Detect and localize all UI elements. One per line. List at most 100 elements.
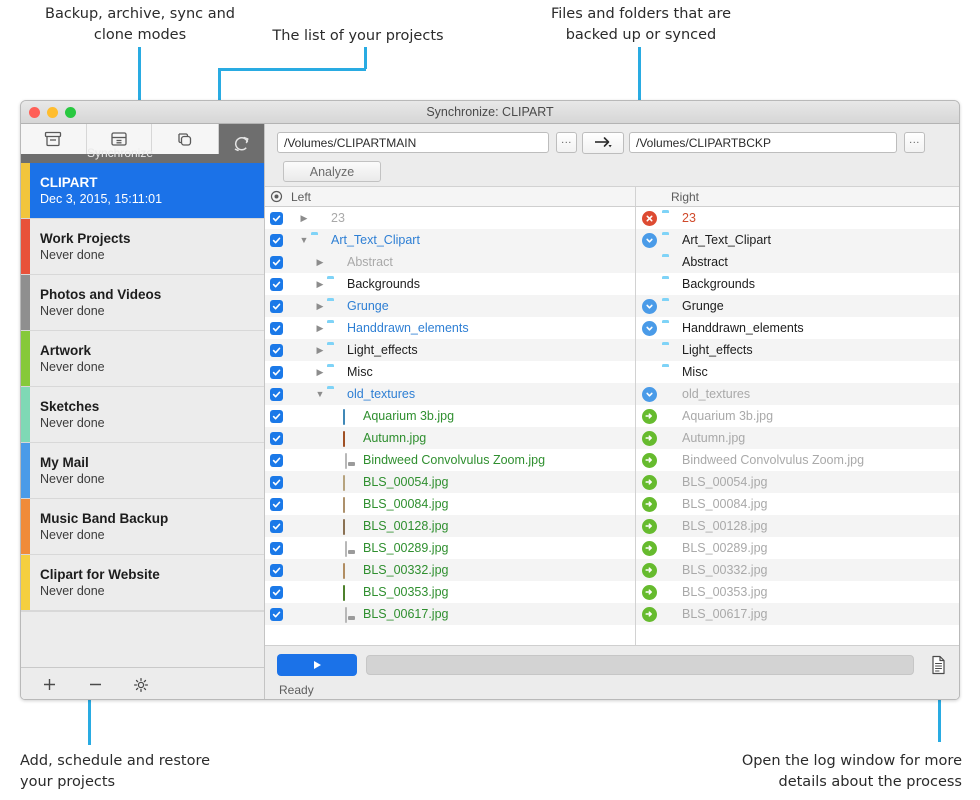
project-settings-button[interactable] bbox=[131, 675, 151, 695]
left-file-row[interactable]: ▶ Grunge bbox=[265, 295, 635, 317]
left-file-row[interactable]: BLS_00084.jpg bbox=[265, 493, 635, 515]
project-status: Never done bbox=[40, 471, 105, 486]
row-checkbox[interactable] bbox=[270, 475, 283, 489]
row-checkbox[interactable] bbox=[270, 431, 283, 445]
row-checkbox[interactable] bbox=[270, 321, 283, 335]
no-icon bbox=[662, 476, 677, 488]
twisty-right-icon[interactable]: ▶ bbox=[313, 301, 327, 312]
right-file-row[interactable]: Abstract bbox=[636, 251, 959, 273]
twisty-right-icon[interactable]: ▶ bbox=[313, 367, 327, 378]
right-file-row[interactable]: BLS_00084.jpg bbox=[636, 493, 959, 515]
right-file-row[interactable]: Handdrawn_elements bbox=[636, 317, 959, 339]
row-checkbox[interactable] bbox=[270, 607, 283, 621]
left-file-row[interactable]: ▶ Abstract bbox=[265, 251, 635, 273]
right-file-row[interactable]: BLS_00054.jpg bbox=[636, 471, 959, 493]
right-file-row[interactable]: Autumn.jpg bbox=[636, 427, 959, 449]
right-file-row[interactable]: Bindweed Convolvulus Zoom.jpg bbox=[636, 449, 959, 471]
right-file-row[interactable]: Grunge bbox=[636, 295, 959, 317]
right-browse-button[interactable]: ... bbox=[904, 132, 925, 153]
row-checkbox[interactable] bbox=[270, 343, 283, 357]
direction-button[interactable] bbox=[582, 132, 624, 154]
project-item[interactable]: CLIPART Dec 3, 2015, 15:11:01 bbox=[21, 163, 264, 219]
row-checkbox[interactable] bbox=[270, 255, 283, 269]
minimize-button[interactable] bbox=[47, 107, 58, 118]
left-file-row[interactable]: ▶ Light_effects bbox=[265, 339, 635, 361]
project-color-stripe bbox=[21, 331, 30, 386]
right-file-row[interactable]: Aquarium 3b.jpg bbox=[636, 405, 959, 427]
twisty-down-icon[interactable]: ▼ bbox=[313, 389, 327, 399]
left-file-row[interactable]: ▶ Backgrounds bbox=[265, 273, 635, 295]
row-checkbox[interactable] bbox=[270, 365, 283, 379]
right-path-input[interactable]: /Volumes/CLIPARTBCKP bbox=[629, 132, 897, 153]
add-project-button[interactable] bbox=[39, 675, 59, 695]
row-checkbox[interactable] bbox=[270, 233, 283, 247]
right-file-row[interactable]: BLS_00289.jpg bbox=[636, 537, 959, 559]
right-file-row[interactable]: BLS_00128.jpg bbox=[636, 515, 959, 537]
maximize-button[interactable] bbox=[65, 107, 76, 118]
row-checkbox[interactable] bbox=[270, 563, 283, 577]
project-item[interactable]: Work Projects Never done bbox=[21, 219, 264, 275]
twisty-right-icon[interactable]: ▶ bbox=[313, 345, 327, 356]
open-log-button[interactable] bbox=[927, 653, 949, 677]
project-item[interactable]: Photos and Videos Never done bbox=[21, 275, 264, 331]
left-file-row[interactable]: BLS_00289.jpg bbox=[265, 537, 635, 559]
twisty-right-icon[interactable]: ▶ bbox=[313, 279, 327, 290]
right-file-list[interactable]: 23 Art_Text_Clipart Abstract Backgrounds Gru… bbox=[636, 207, 959, 645]
file-name: Autumn.jpg bbox=[682, 431, 746, 445]
left-file-row[interactable]: BLS_00054.jpg bbox=[265, 471, 635, 493]
left-file-row[interactable]: Aquarium 3b.jpg bbox=[265, 405, 635, 427]
right-file-row[interactable]: BLS_00617.jpg bbox=[636, 603, 959, 625]
row-checkbox[interactable] bbox=[270, 541, 283, 555]
right-file-row[interactable]: 23 bbox=[636, 207, 959, 229]
left-file-row[interactable]: ▼ old_textures bbox=[265, 383, 635, 405]
left-path-input[interactable]: /Volumes/CLIPARTMAIN bbox=[277, 132, 549, 153]
row-checkbox[interactable] bbox=[270, 211, 283, 225]
row-checkbox[interactable] bbox=[270, 409, 283, 423]
right-file-row[interactable]: BLS_00332.jpg bbox=[636, 559, 959, 581]
right-file-row[interactable]: Backgrounds bbox=[636, 273, 959, 295]
row-checkbox[interactable] bbox=[270, 497, 283, 511]
sync-mode-button[interactable] bbox=[219, 124, 264, 163]
right-column-header[interactable]: Right bbox=[636, 187, 959, 206]
project-item[interactable]: Artwork Never done bbox=[21, 331, 264, 387]
row-checkbox[interactable] bbox=[270, 387, 283, 401]
right-file-row[interactable]: Art_Text_Clipart bbox=[636, 229, 959, 251]
twisty-down-icon[interactable]: ▼ bbox=[297, 235, 311, 245]
left-file-row[interactable]: ▶ Misc bbox=[265, 361, 635, 383]
window-controls[interactable] bbox=[29, 107, 76, 118]
close-button[interactable] bbox=[29, 107, 40, 118]
row-checkbox[interactable] bbox=[270, 299, 283, 313]
left-file-row[interactable]: Bindweed Convolvulus Zoom.jpg bbox=[265, 449, 635, 471]
project-item[interactable]: Sketches Never done bbox=[21, 387, 264, 443]
left-file-row[interactable]: ▶ Handdrawn_elements bbox=[265, 317, 635, 339]
left-file-row[interactable]: BLS_00332.jpg bbox=[265, 559, 635, 581]
run-button[interactable] bbox=[277, 654, 357, 676]
left-file-list[interactable]: ▶ 23 ▼ Art_Text_Clipart ▶ Abstract ▶ Background… bbox=[265, 207, 636, 645]
right-file-row[interactable]: Light_effects bbox=[636, 339, 959, 361]
twisty-right-icon[interactable]: ▶ bbox=[297, 213, 311, 224]
left-browse-button[interactable]: ... bbox=[556, 132, 577, 153]
project-item[interactable]: My Mail Never done bbox=[21, 443, 264, 499]
right-file-row[interactable]: BLS_00353.jpg bbox=[636, 581, 959, 603]
row-checkbox[interactable] bbox=[270, 453, 283, 467]
twisty-right-icon[interactable]: ▶ bbox=[313, 257, 327, 268]
remove-project-button[interactable] bbox=[85, 675, 105, 695]
project-list[interactable]: CLIPART Dec 3, 2015, 15:11:01 Work Project… bbox=[21, 163, 264, 667]
left-file-row[interactable]: ▼ Art_Text_Clipart bbox=[265, 229, 635, 251]
right-file-row[interactable]: old_textures bbox=[636, 383, 959, 405]
left-file-row[interactable]: Autumn.jpg bbox=[265, 427, 635, 449]
analyze-button[interactable]: Analyze bbox=[283, 161, 381, 182]
row-checkbox[interactable] bbox=[270, 519, 283, 533]
row-checkbox[interactable] bbox=[270, 277, 283, 291]
right-file-row[interactable]: Misc bbox=[636, 361, 959, 383]
document-icon bbox=[343, 453, 358, 469]
left-file-row[interactable]: BLS_00617.jpg bbox=[265, 603, 635, 625]
left-column-header[interactable]: Left bbox=[265, 187, 636, 206]
project-item[interactable]: Clipart for Website Never done bbox=[21, 555, 264, 611]
twisty-right-icon[interactable]: ▶ bbox=[313, 323, 327, 334]
row-checkbox[interactable] bbox=[270, 585, 283, 599]
left-file-row[interactable]: BLS_00128.jpg bbox=[265, 515, 635, 537]
left-file-row[interactable]: ▶ 23 bbox=[265, 207, 635, 229]
left-file-row[interactable]: BLS_00353.jpg bbox=[265, 581, 635, 603]
project-item[interactable]: Music Band Backup Never done bbox=[21, 499, 264, 555]
